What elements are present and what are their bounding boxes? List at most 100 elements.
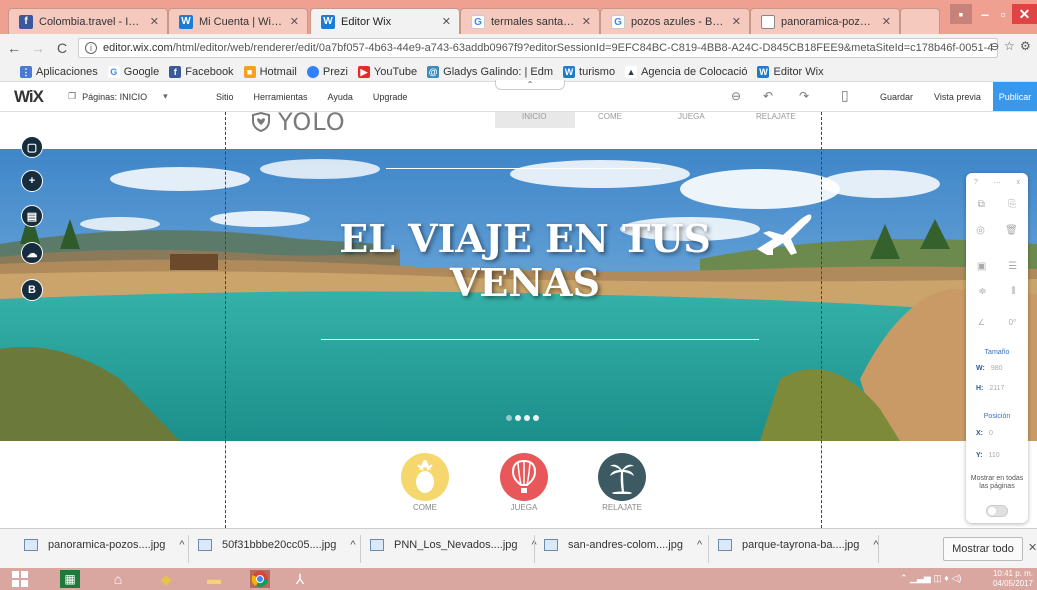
pages-menu-button[interactable]: ▢ bbox=[21, 136, 43, 158]
come-circle[interactable] bbox=[401, 453, 449, 501]
rotation-value[interactable]: 0° bbox=[1009, 318, 1017, 327]
site-nav-come[interactable]: COME bbox=[598, 112, 622, 121]
chrome-icon[interactable] bbox=[250, 570, 270, 588]
user-profile-icon[interactable]: ▪ bbox=[950, 4, 972, 24]
bookmark-editor-wix[interactable]: W Editor Wix bbox=[757, 65, 824, 78]
site-nav-inicio[interactable]: INICIO bbox=[522, 112, 546, 121]
distribute-icon[interactable]: ≑ bbox=[978, 286, 986, 297]
bookmark-google[interactable]: G Google bbox=[107, 65, 159, 78]
arrange-icon[interactable]: ▣ bbox=[977, 261, 986, 272]
clock[interactable]: 10:41 p. m. 04/05/2017 bbox=[993, 569, 1033, 589]
editor-canvas[interactable]: YOLO INICIO COME JUEGA RELAJATE EL VIAJE… bbox=[0, 112, 1037, 528]
show-all-downloads-button[interactable]: Mostrar todo bbox=[943, 537, 1023, 561]
tab-termales[interactable]: G termales santa rosa - Bu ✕ bbox=[460, 8, 600, 34]
tab-editor-wix[interactable]: W Editor Wix ✕ bbox=[310, 8, 460, 34]
slideshow-dots[interactable] bbox=[506, 415, 542, 421]
tab-mi-cuenta[interactable]: W Mi Cuenta | Wix.com ✕ bbox=[168, 8, 308, 34]
bookmark-gladys[interactable]: @ Gladys Galindo: | Edm bbox=[427, 65, 553, 78]
relajate-label[interactable]: RELAJATE bbox=[582, 503, 662, 512]
bookmark-turismo[interactable]: Wturismo bbox=[563, 65, 615, 78]
site-logo[interactable]: YOLO bbox=[250, 112, 346, 136]
bookmark-youtube[interactable]: ▶ YouTube bbox=[357, 65, 417, 78]
width-field[interactable]: W: 980 bbox=[976, 365, 1003, 372]
upload-button[interactable]: ☁ bbox=[21, 242, 43, 264]
copy-icon[interactable]: ⧉ bbox=[978, 199, 985, 210]
menu-upgrade[interactable]: Upgrade bbox=[373, 92, 408, 102]
download-item[interactable]: parque-tayrona-ba....jpg ^ bbox=[718, 539, 879, 551]
delete-icon[interactable]: 🗑 bbox=[1005, 225, 1018, 236]
slide-dot[interactable] bbox=[515, 415, 521, 421]
photos-icon[interactable]: ◆ bbox=[156, 570, 176, 588]
pages-dropdown[interactable]: ❐ Páginas: INICIO ▾ bbox=[68, 91, 196, 102]
tab-colombia-travel[interactable]: f Colombia.travel - Inicio ✕ bbox=[8, 8, 168, 34]
back-icon[interactable]: ← bbox=[4, 40, 24, 56]
save-button[interactable]: Guardar bbox=[880, 92, 913, 102]
rotate-icon[interactable]: ∠ bbox=[978, 318, 985, 327]
align-icon[interactable]: ☰ bbox=[1008, 261, 1017, 272]
bookmark-agencia[interactable]: ▲ Agencia de Colocació bbox=[625, 65, 747, 78]
chevron-up-icon[interactable]: ^ bbox=[179, 539, 184, 551]
acrobat-icon[interactable]: ⅄ bbox=[290, 570, 310, 588]
add-button[interactable]: + bbox=[21, 170, 43, 192]
windows-start-icon[interactable] bbox=[10, 570, 30, 588]
paste-icon[interactable]: ⎘ bbox=[1008, 199, 1016, 210]
chevron-up-icon[interactable]: ^ bbox=[350, 539, 355, 551]
bookmark-apps[interactable]: ⋮ Aplicaciones bbox=[20, 65, 98, 78]
site-nav-juega[interactable]: JUEGA bbox=[678, 112, 705, 121]
match-size-icon[interactable]: ⦀ bbox=[1011, 286, 1015, 297]
forward-icon[interactable]: → bbox=[28, 40, 48, 56]
x-field[interactable]: X: 0 bbox=[976, 430, 993, 437]
bookmark-prezi[interactable]: Prezi bbox=[306, 65, 348, 78]
duplicate-icon[interactable]: ◎ bbox=[976, 225, 985, 236]
download-item[interactable]: panoramica-pozos....jpg ^ bbox=[24, 539, 185, 551]
undo-icon[interactable]: ↶ bbox=[763, 89, 773, 103]
download-item[interactable]: 50f31bbbe20cc05....jpg ^ bbox=[198, 539, 356, 551]
close-tab-icon[interactable]: ✕ bbox=[442, 15, 451, 28]
zoom-out-icon[interactable]: ⊖ bbox=[731, 89, 741, 103]
extension-icon[interactable]: ⚙ bbox=[1020, 39, 1031, 53]
system-tray-icons[interactable]: ⌃ ▁▃▅ ◫ ♦ ◁) bbox=[900, 573, 961, 584]
close-tab-icon[interactable]: ✕ bbox=[582, 15, 591, 28]
zoom-icon[interactable]: ⊖ bbox=[990, 40, 999, 53]
menu-sitio[interactable]: Sitio bbox=[216, 92, 234, 102]
blog-button[interactable]: B bbox=[21, 279, 43, 301]
juega-label[interactable]: JUEGA bbox=[484, 503, 564, 512]
site-nav-relajate[interactable]: RELAJATE bbox=[756, 112, 796, 121]
juega-circle[interactable] bbox=[500, 453, 548, 501]
height-field[interactable]: H: 2117 bbox=[976, 385, 1004, 392]
reload-icon[interactable]: C bbox=[52, 40, 72, 56]
url-field[interactable]: i editor.wix.com/html/editor/web/rendere… bbox=[78, 38, 998, 58]
come-label[interactable]: COME bbox=[385, 503, 465, 512]
new-tab-button[interactable] bbox=[900, 8, 940, 34]
restore-icon[interactable]: ▫ bbox=[994, 4, 1012, 24]
slide-dot[interactable] bbox=[506, 415, 512, 421]
file-explorer-icon[interactable]: ▬ bbox=[204, 570, 224, 588]
close-window-icon[interactable]: ✕ bbox=[1012, 4, 1037, 24]
relajate-circle[interactable] bbox=[598, 453, 646, 501]
tab-pozos-azules[interactable]: G pozos azules - Buscar co ✕ bbox=[600, 8, 750, 34]
slide-dot[interactable] bbox=[524, 415, 530, 421]
y-field[interactable]: Y: 110 bbox=[976, 452, 1000, 459]
show-all-pages-toggle[interactable] bbox=[986, 505, 1008, 517]
home-icon[interactable]: ⌂ bbox=[108, 570, 128, 588]
chevron-up-icon[interactable]: ^ bbox=[697, 539, 702, 551]
calculator-icon[interactable]: ▦ bbox=[60, 570, 80, 588]
drag-handle-icon[interactable]: ⋯ bbox=[994, 179, 1001, 187]
help-icon[interactable]: ? bbox=[974, 179, 978, 187]
publish-button[interactable]: Publicar bbox=[993, 82, 1037, 111]
tab-panoramica[interactable]: panoramica-pozos-azule ✕ bbox=[750, 8, 900, 34]
close-tab-icon[interactable]: ✕ bbox=[150, 15, 159, 28]
preview-button[interactable]: Vista previa bbox=[934, 92, 981, 102]
bookmark-hotmail[interactable]: ■ Hotmail bbox=[243, 65, 297, 78]
download-item[interactable]: san-andres-colom....jpg ^ bbox=[544, 539, 702, 551]
close-downloads-icon[interactable]: ✕ bbox=[1028, 541, 1037, 554]
minimize-icon[interactable]: – bbox=[976, 4, 994, 24]
star-icon[interactable]: ☆ bbox=[1004, 39, 1015, 53]
close-tab-icon[interactable]: ✕ bbox=[882, 15, 891, 28]
close-icon[interactable]: x bbox=[1017, 179, 1021, 187]
menu-herramientas[interactable]: Herramientas bbox=[254, 92, 308, 102]
close-tab-icon[interactable]: ✕ bbox=[732, 15, 741, 28]
hero-slideshow[interactable]: EL VIAJE EN TUS VENAS bbox=[0, 149, 1037, 441]
redo-icon[interactable]: ↷ bbox=[799, 89, 809, 103]
close-tab-icon[interactable]: ✕ bbox=[290, 15, 299, 28]
